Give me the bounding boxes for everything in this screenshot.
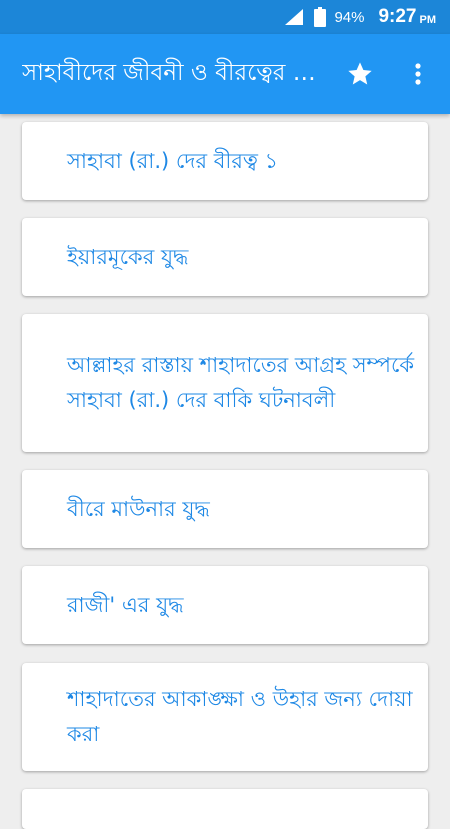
overflow-menu-button[interactable] [400,54,436,94]
list-item[interactable]: সাহাবা (রা.) দের বীরত্ব ১ [22,122,428,200]
wifi-icon [284,8,304,26]
more-vert-icon [415,63,421,85]
list-item-partial[interactable] [22,789,428,829]
status-bar: 94% 9:27 PM [0,0,450,34]
list-item-label: রাজী' এর যুদ্ধ [67,592,184,617]
battery-icon [314,7,327,27]
list-item[interactable]: আল্লাহর রাস্তায় শাহাদাতের আগ্রহ সম্পর্ক… [22,314,428,452]
app-title: সাহাবীদের জীবনী ও বীরত্বের কাহিনী [22,60,322,86]
list-item-label: সাহাবা (রা.) দের বীরত্ব ১ [67,148,279,173]
list-item-label: আল্লাহর রাস্তায় শাহাদাতের আগ্রহ সম্পর্ক… [67,353,415,412]
list-item[interactable]: শাহাদাতের আকাঙ্ক্ষা ও উহার জন্য দোয়া কর… [22,663,428,771]
list-item[interactable]: রাজী' এর যুদ্ধ [22,566,428,644]
app-bar: সাহাবীদের জীবনী ও বীরত্বের কাহিনী [0,34,450,114]
clock-time: 9:27 [378,6,417,27]
favorite-button[interactable] [340,54,380,94]
battery-percent: 94% [334,8,365,26]
list-item-label: ইয়ারমূকের যুদ্ধ [67,244,189,269]
clock-ampm: PM [419,13,437,26]
list-item-label: শাহাদাতের আকাঙ্ক্ষা ও উহার জন্য দোয়া কর… [67,687,413,746]
list-item[interactable]: ইয়ারমূকের যুদ্ধ [22,218,428,296]
list-item-label: বীরে মাউনার যুদ্ধ [67,496,210,521]
list-item[interactable]: বীরে মাউনার যুদ্ধ [22,470,428,548]
star-icon [348,62,372,85]
